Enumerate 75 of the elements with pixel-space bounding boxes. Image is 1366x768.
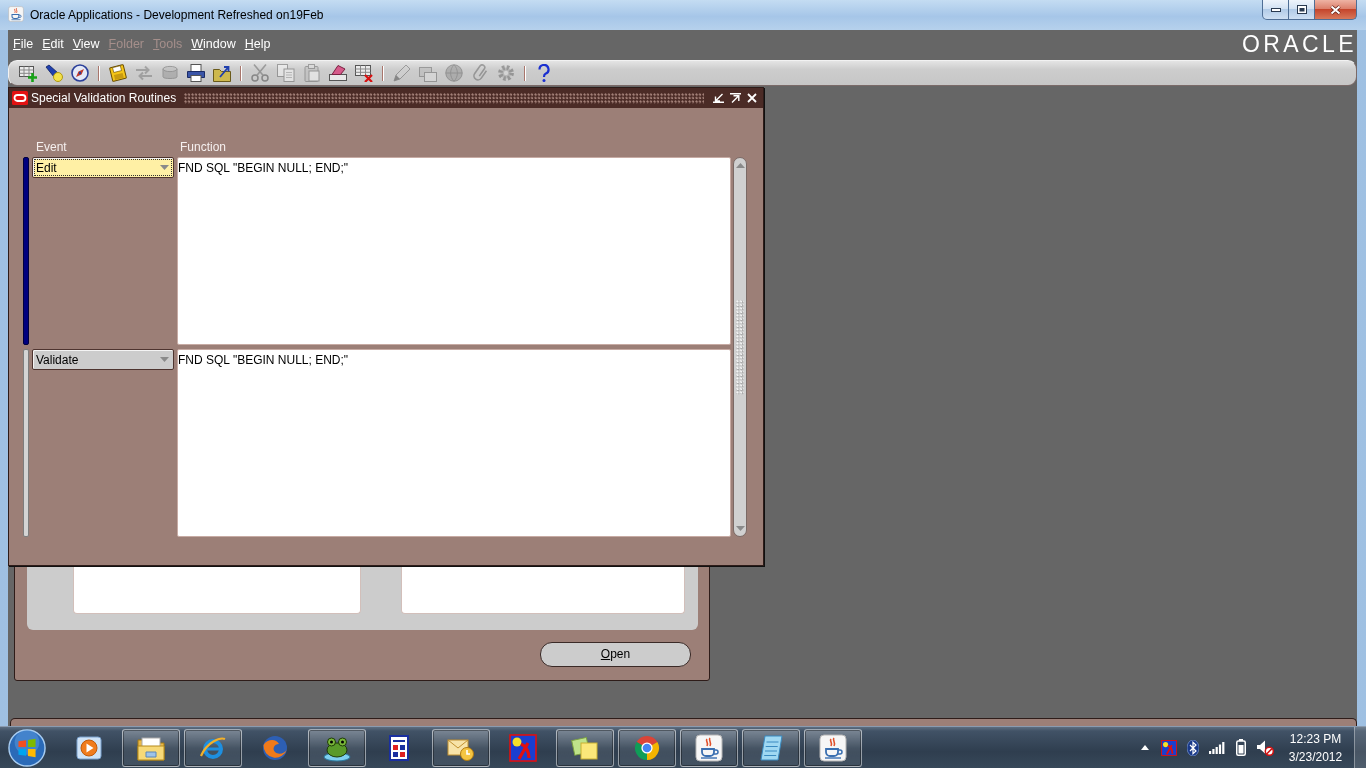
open-button[interactable]: Open: [540, 642, 691, 667]
start-icon: [8, 728, 46, 767]
menu-item[interactable]: File: [9, 37, 38, 51]
taskbar-button[interactable]: [308, 728, 366, 767]
taskbar-button[interactable]: [618, 728, 676, 767]
table-x-icon: [355, 64, 373, 82]
cylinder-icon: [161, 64, 179, 82]
taskbar-button[interactable]: [680, 728, 738, 767]
caret-down-icon: [160, 165, 169, 170]
close-icon[interactable]: [747, 93, 757, 103]
menu-item[interactable]: Help: [240, 37, 275, 51]
minimize-button[interactable]: [1262, 0, 1289, 20]
compass-icon: [71, 64, 89, 82]
caret-up-icon[interactable]: [1141, 745, 1149, 750]
function-field[interactable]: FND SQL "BEGIN NULL; END;": [177, 157, 731, 345]
event-dropdown[interactable]: Validate: [32, 349, 174, 370]
gear-icon: [497, 64, 515, 82]
cut-icon: [251, 64, 269, 82]
swap-icon: [135, 64, 153, 82]
maximize-button[interactable]: [1289, 0, 1315, 20]
menu-item[interactable]: Window: [187, 37, 240, 51]
paperclip-icon: [471, 64, 489, 82]
segmented-circle-icon: [633, 733, 661, 762]
oval-icon: [12, 91, 28, 105]
signal-icon[interactable]: [1209, 741, 1225, 754]
taskbar-button[interactable]: [432, 728, 490, 767]
play-icon: [75, 733, 103, 762]
table-add-icon: [19, 64, 37, 82]
maximize-icon[interactable]: [730, 93, 741, 103]
menu-item[interactable]: Edit: [38, 37, 68, 51]
maximize-icon: [1296, 5, 1307, 14]
minimize-icon[interactable]: [713, 93, 724, 103]
show-desktop-button[interactable]: [1354, 727, 1366, 768]
help-icon: [535, 64, 553, 82]
cup-icon: [695, 733, 723, 762]
event-dropdown[interactable]: Edit: [32, 157, 174, 178]
cup-icon: [8, 6, 24, 22]
printer-icon: [187, 64, 205, 82]
folder-arrow-icon: [213, 64, 231, 82]
caret-down-icon: [160, 357, 169, 362]
volume-muted-icon[interactable]: [1256, 739, 1274, 756]
taskbar-button[interactable]: [804, 728, 862, 767]
copy-icon: [277, 64, 295, 82]
pen-icon: [393, 64, 411, 82]
column-header: Event: [36, 140, 67, 154]
cup-icon: [819, 733, 847, 762]
bluetooth-icon[interactable]: [1187, 739, 1199, 756]
eraser-icon: [329, 64, 347, 82]
cards-icon: [419, 64, 437, 82]
column-header: Function: [180, 140, 227, 154]
clock-time: 12:23 PM: [1289, 730, 1342, 748]
taskbar-button[interactable]: [122, 728, 180, 767]
notepad-icon: [757, 733, 785, 762]
scroll-thumb[interactable]: [736, 299, 744, 395]
window-title: Oracle Applications - Development Refreshed on19Feb: [30, 8, 324, 22]
window-title: Special Validation Routines: [31, 91, 177, 105]
taskbar-button[interactable]: [556, 728, 614, 767]
flashlight-icon: [45, 64, 63, 82]
taskbar-button[interactable]: [742, 728, 800, 767]
cross-tile-icon[interactable]: [1161, 739, 1177, 756]
list-box[interactable]: [73, 566, 361, 614]
taskbar-button[interactable]: [184, 728, 242, 767]
list-box[interactable]: [401, 566, 685, 614]
menu-item[interactable]: View: [68, 37, 104, 51]
close-button[interactable]: [1315, 0, 1357, 20]
minimize-icon: [1270, 7, 1281, 12]
close-icon: [1330, 4, 1341, 15]
globe-icon: [445, 64, 463, 82]
logo: ORACLE: [1242, 32, 1357, 56]
globe-icon: [261, 733, 289, 762]
paste-icon: [303, 64, 321, 82]
battery-icon[interactable]: [1236, 739, 1246, 756]
function-field[interactable]: FND SQL "BEGIN NULL; END;": [177, 349, 731, 537]
clock-date: 3/23/2012: [1288, 748, 1343, 766]
cross-tile-icon: [509, 733, 537, 762]
